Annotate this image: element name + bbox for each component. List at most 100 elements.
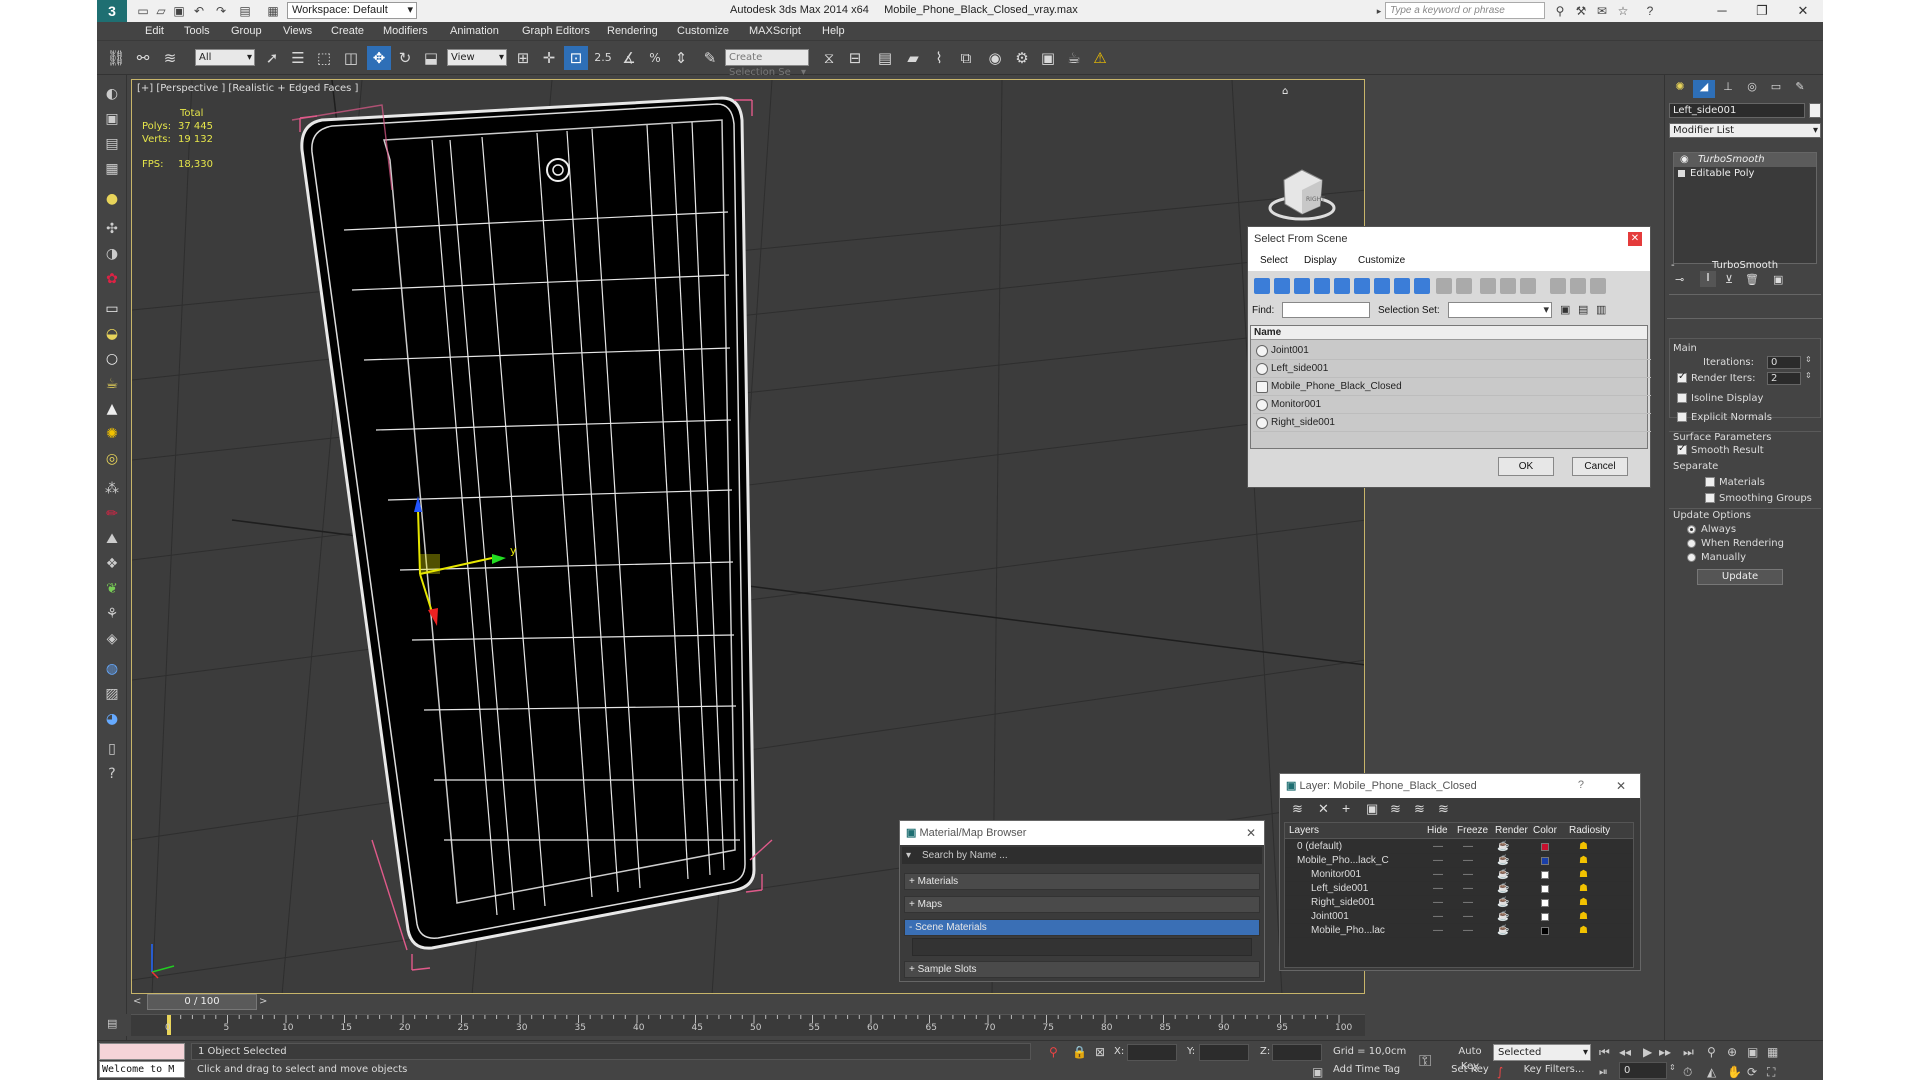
add-selected-icon[interactable]: + [1342, 800, 1350, 816]
layer-manager-icon[interactable]: ▤ [873, 46, 897, 70]
radiosity-icon[interactable]: ☗ [1579, 854, 1588, 868]
curve-editor-icon[interactable]: ⌇ [927, 46, 951, 70]
field-of-view-icon[interactable]: ◭ [1707, 1065, 1716, 1079]
go-to-start-icon[interactable]: ⏮ [1599, 1045, 1610, 1060]
render-iters-spinner[interactable]: 2 [1767, 372, 1801, 385]
section-sample-slots[interactable]: + Sample Slots [904, 961, 1260, 978]
zoom-icon[interactable]: ⚲ [1707, 1045, 1716, 1059]
set-key-button[interactable]: Set Key [1449, 1062, 1491, 1079]
smoothing-groups-checkbox[interactable] [1705, 493, 1715, 503]
geometry-filter-icon[interactable] [1254, 278, 1270, 294]
stack-item-editable-poly[interactable]: Editable Poly [1674, 167, 1816, 181]
render-toggle[interactable]: ☕ [1497, 924, 1509, 938]
menu-create[interactable]: Create [331, 25, 364, 37]
freeze-toggle[interactable]: — [1463, 854, 1473, 868]
render-toggle[interactable]: ☕ [1497, 896, 1509, 910]
snaps-toggle-icon[interactable]: 2.5 [591, 46, 615, 70]
globe-icon[interactable]: ◍ [100, 658, 124, 680]
sun-icon[interactable]: ✺ [100, 423, 124, 445]
speaker-icon[interactable]: ◈ [100, 628, 124, 650]
materials-checkbox[interactable] [1705, 477, 1715, 487]
hide-toggle[interactable]: — [1433, 882, 1443, 896]
bind-space-warp-icon[interactable]: ≋ [158, 46, 182, 70]
unlink-icon[interactable]: ⚯ [131, 46, 155, 70]
freeze-toggle[interactable]: — [1463, 868, 1473, 882]
remove-from-set-icon[interactable]: ▥ [1596, 303, 1606, 316]
prev-frame-arrow[interactable]: < [133, 996, 147, 1010]
close-icon[interactable]: ✕ [1628, 232, 1642, 246]
radiosity-icon[interactable]: ☗ [1579, 924, 1588, 938]
layer-row[interactable]: Left_side001 — — ☕ ☗ [1285, 882, 1633, 896]
col-layers[interactable]: Layers [1289, 823, 1319, 839]
make-unique-icon[interactable]: ⊻ [1725, 273, 1733, 286]
xrefs-filter-icon[interactable] [1394, 278, 1410, 294]
render-toggle[interactable]: ☕ [1497, 868, 1509, 882]
always-radio[interactable] [1687, 525, 1696, 534]
list-item[interactable]: Monitor001 [1253, 396, 1651, 414]
hide-toggle[interactable]: — [1433, 924, 1443, 938]
modify-tab-icon[interactable]: ◢ [1693, 80, 1715, 98]
select-and-scale-icon[interactable]: ⬓ [419, 46, 443, 70]
collapse-icon[interactable]: - [1671, 258, 1675, 274]
previous-frame-icon[interactable]: ◂◂ [1619, 1045, 1631, 1059]
close-button[interactable]: ✕ [1783, 0, 1823, 22]
groups-filter-icon[interactable] [1374, 278, 1390, 294]
manually-radio[interactable] [1687, 553, 1696, 562]
helpers-filter-icon[interactable] [1334, 278, 1350, 294]
orbit-icon[interactable]: ⟳ [1747, 1065, 1757, 1079]
display-all-icon[interactable] [1436, 278, 1452, 294]
new-file-icon[interactable]: ▭ [135, 3, 151, 19]
lights-filter-icon[interactable] [1294, 278, 1310, 294]
col-color[interactable]: Color [1533, 823, 1557, 839]
maximize-button[interactable]: ❐ [1742, 0, 1782, 22]
cloth-icon[interactable]: ❖ [100, 553, 124, 575]
window-crossing-icon[interactable]: ◫ [339, 46, 363, 70]
next-frame-icon[interactable]: ▸▸ [1659, 1045, 1671, 1059]
cameras-filter-icon[interactable] [1314, 278, 1330, 294]
object-name-input[interactable]: Left_side001 [1669, 103, 1805, 118]
selection-filter-dropdown[interactable]: All ▾ [195, 49, 255, 66]
layer-row[interactable]: 0 (default) — — ☕ ☗ [1285, 840, 1633, 854]
section-maps[interactable]: + Maps [904, 896, 1260, 913]
mirror-icon[interactable]: ⧖ [817, 46, 841, 70]
help-icon[interactable]: ? [1578, 779, 1584, 791]
maximize-viewport-icon[interactable]: ⛶ [1767, 1065, 1775, 1080]
teapot-icon[interactable]: ☕ [100, 373, 124, 395]
layer-color-swatch[interactable] [1541, 843, 1549, 851]
menu-group[interactable]: Group [231, 25, 262, 37]
go-to-end-icon[interactable]: ⏭ [1683, 1045, 1694, 1060]
home-icon[interactable]: ⌂ [1282, 86, 1288, 97]
current-frame-input[interactable]: 0 [1619, 1062, 1667, 1079]
spinner-arrows-icon[interactable]: ⇕ [1805, 371, 1812, 380]
filter-funnel-icon[interactable] [1550, 278, 1566, 294]
percent-snap-icon[interactable]: % [643, 46, 667, 70]
layer-color-swatch[interactable] [1541, 927, 1549, 935]
render-production-icon[interactable]: ☕ [1062, 46, 1086, 70]
render-setup-icon[interactable]: ⚙ [1010, 46, 1034, 70]
render-toggle[interactable]: ☕ [1497, 910, 1509, 924]
menu-edit[interactable]: Edit [145, 25, 164, 37]
hair-icon[interactable]: ⚘ [100, 603, 124, 625]
col-radiosity[interactable]: Radiosity [1569, 823, 1610, 839]
freeze-toggle[interactable]: — [1463, 896, 1473, 910]
select-by-name-icon[interactable]: ☰ [286, 46, 310, 70]
question-icon[interactable]: ? [100, 763, 124, 785]
create-layer-icon[interactable]: ≋ [1292, 801, 1303, 817]
hide-all-icon[interactable]: ≋ [1414, 801, 1425, 817]
close-icon[interactable]: ✕ [1616, 779, 1626, 793]
image-icon[interactable]: ▨ [100, 683, 124, 705]
radiosity-icon[interactable]: ☗ [1579, 896, 1588, 910]
toggle-ribbon-icon[interactable]: ▰ [901, 46, 925, 70]
menu-animation[interactable]: Animation [450, 25, 499, 37]
utilities-tab-icon[interactable]: ✎ [1789, 80, 1811, 98]
rectangular-selection-icon[interactable]: ⬚ [312, 46, 336, 70]
highlight-layer-icon[interactable]: ≋ [1390, 801, 1401, 817]
freeze-toggle[interactable]: — [1463, 910, 1473, 924]
helper-icon[interactable]: ✣ [100, 218, 124, 240]
list-item[interactable]: Left_side001 [1253, 360, 1651, 378]
menu-help[interactable]: Help [822, 25, 845, 37]
zoom-all-icon[interactable]: ⊕ [1727, 1045, 1737, 1059]
layer-color-swatch[interactable] [1541, 899, 1549, 907]
hide-toggle[interactable]: — [1433, 854, 1443, 868]
keyboard-shortcut-override-icon[interactable]: ⊡ [564, 46, 588, 70]
